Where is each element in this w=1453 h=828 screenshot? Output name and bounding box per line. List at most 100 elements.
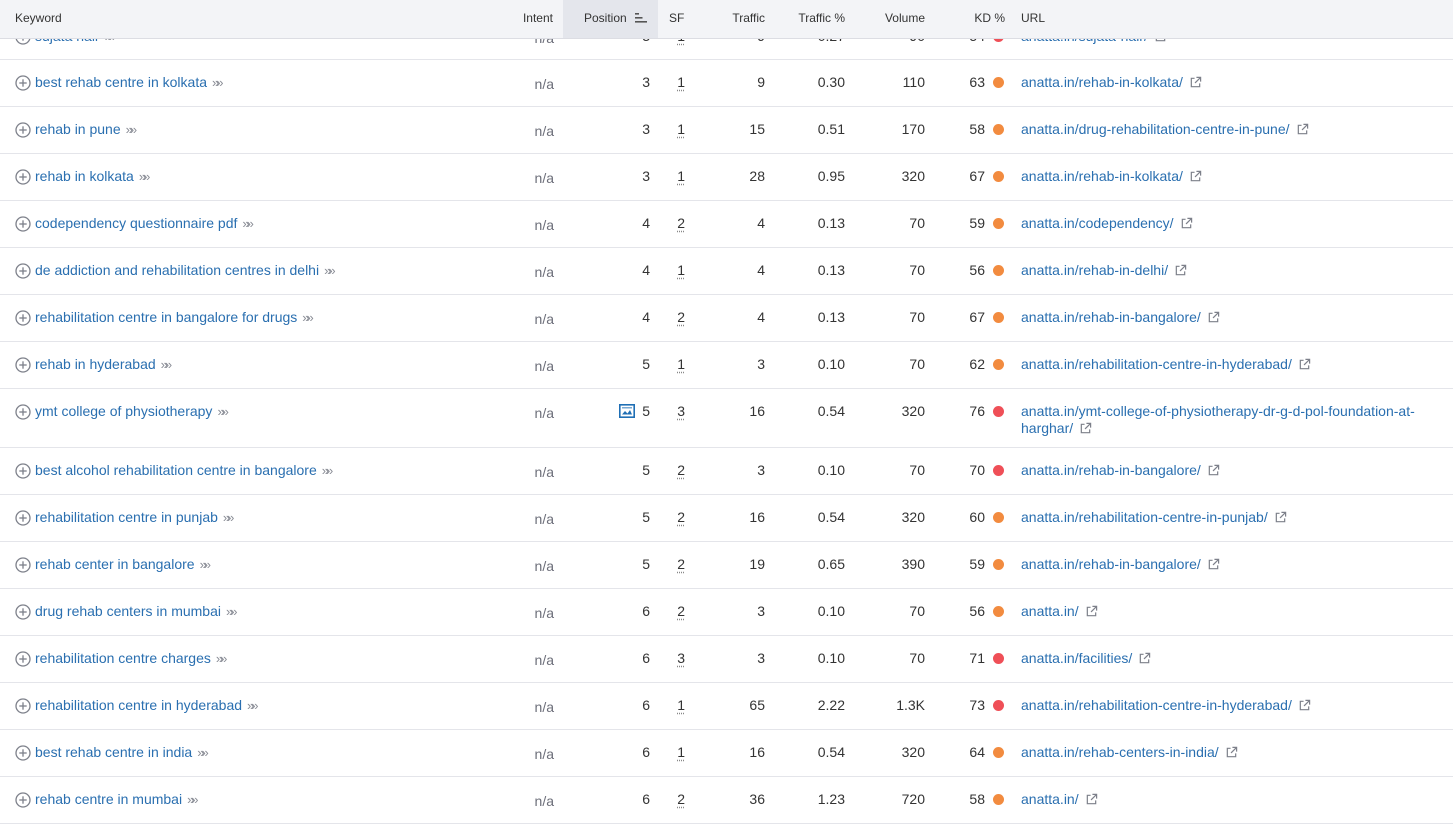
external-link-icon[interactable] [1174,264,1187,277]
chevron-double-right-icon[interactable]: »» [223,510,235,525]
keyword-link[interactable]: codependency questionnaire pdf »» [35,215,254,231]
keyword-link[interactable]: rehab in kolkata »» [35,168,151,184]
column-header-volume[interactable]: Volume [860,0,925,38]
add-keyword-icon[interactable] [15,792,31,808]
external-link-icon[interactable] [1138,652,1151,665]
sf-value[interactable]: 2 [660,603,685,619]
chevron-double-right-icon[interactable]: »» [200,557,212,572]
column-header-url[interactable]: URL [1021,0,1045,38]
column-header-keyword[interactable]: Keyword [15,0,62,38]
external-link-icon[interactable] [1207,464,1220,477]
sf-value[interactable]: 2 [660,791,685,807]
add-keyword-icon[interactable] [15,357,31,373]
sf-value[interactable]: 1 [660,697,685,713]
add-keyword-icon[interactable] [15,216,31,232]
add-keyword-icon[interactable] [15,404,31,420]
sf-value[interactable]: 3 [660,650,685,666]
url-link[interactable]: anatta.in/ [1021,603,1098,620]
url-link[interactable]: anatta.in/facilities/ [1021,650,1151,667]
url-link[interactable]: anatta.in/rehab-centers-in-india/ [1021,744,1238,761]
external-link-icon[interactable] [1079,422,1092,435]
url-link[interactable]: anatta.in/drug-rehabilitation-centre-in-… [1021,121,1309,138]
sf-value[interactable]: 1 [660,744,685,760]
add-keyword-icon[interactable] [15,698,31,714]
external-link-icon[interactable] [1085,605,1098,618]
add-keyword-icon[interactable] [15,169,31,185]
external-link-icon[interactable] [1207,311,1220,324]
add-keyword-icon[interactable] [15,745,31,761]
external-link-icon[interactable] [1189,76,1202,89]
url-link[interactable]: anatta.in/rehab-in-kolkata/ [1021,168,1202,185]
sf-value[interactable]: 1 [660,356,685,372]
add-keyword-icon[interactable] [15,510,31,526]
chevron-double-right-icon[interactable]: »» [126,122,138,137]
keyword-link[interactable]: rehab center in bangalore »» [35,556,212,572]
external-link-icon[interactable] [1180,217,1193,230]
keyword-link[interactable]: de addiction and rehabilitation centres … [35,262,336,278]
add-keyword-icon[interactable] [15,122,31,138]
external-link-icon[interactable] [1085,793,1098,806]
external-link-icon[interactable] [1298,358,1311,371]
keyword-link[interactable]: ymt college of physiotherapy »» [35,403,229,419]
chevron-double-right-icon[interactable]: »» [212,75,224,90]
chevron-double-right-icon[interactable]: »» [324,263,336,278]
url-link[interactable]: anatta.in/rehab-in-bangalore/ [1021,309,1220,326]
keyword-link[interactable]: rehabilitation centre in bangalore for d… [35,309,314,325]
add-keyword-icon[interactable] [15,604,31,620]
external-link-icon[interactable] [1207,558,1220,571]
external-link-icon[interactable] [1296,123,1309,136]
external-link-icon[interactable] [1274,511,1287,524]
sf-value[interactable]: 1 [660,168,685,184]
external-link-icon[interactable] [1189,170,1202,183]
keyword-link[interactable]: best rehab centre in kolkata »» [35,74,224,90]
add-keyword-icon[interactable] [15,75,31,91]
add-keyword-icon[interactable] [15,310,31,326]
url-link[interactable]: anatta.in/ymt-college-of-physiotherapy-d… [1021,403,1415,437]
add-keyword-icon[interactable] [15,651,31,667]
url-link[interactable]: anatta.in/ [1021,791,1098,808]
url-link[interactable]: anatta.in/rehab-in-bangalore/ [1021,556,1220,573]
url-link[interactable]: anatta.in/rehab-in-delhi/ [1021,262,1187,279]
keyword-link[interactable]: rehabilitation centre in punjab »» [35,509,235,525]
chevron-double-right-icon[interactable]: »» [161,357,173,372]
external-link-icon[interactable] [1298,699,1311,712]
chevron-double-right-icon[interactable]: »» [139,169,151,184]
add-keyword-icon[interactable] [15,463,31,479]
sf-value[interactable]: 2 [660,509,685,525]
url-link[interactable]: anatta.in/rehabilitation-centre-in-hyder… [1021,356,1311,373]
url-link[interactable]: anatta.in/rehabilitation-centre-in-punja… [1021,509,1287,526]
add-keyword-icon[interactable] [15,263,31,279]
column-header-traffic[interactable]: Traffic [700,0,765,38]
chevron-double-right-icon[interactable]: »» [217,404,229,419]
column-header-sf[interactable]: SF [669,0,684,38]
url-link[interactable]: anatta.in/rehab-in-kolkata/ [1021,74,1202,91]
add-keyword-icon[interactable] [15,557,31,573]
chevron-double-right-icon[interactable]: »» [247,698,259,713]
chevron-double-right-icon[interactable]: »» [226,604,238,619]
external-link-icon[interactable] [1225,746,1238,759]
chevron-double-right-icon[interactable]: »» [302,310,314,325]
chevron-double-right-icon[interactable]: »» [216,651,228,666]
url-link[interactable]: anatta.in/rehabilitation-centre-in-hyder… [1021,697,1311,714]
url-link[interactable]: anatta.in/codependency/ [1021,215,1193,232]
chevron-double-right-icon[interactable]: »» [242,216,254,231]
url-link[interactable]: anatta.in/rehab-in-bangalore/ [1021,462,1220,479]
sf-value[interactable]: 2 [660,215,685,231]
column-header-traffic-pct[interactable]: Traffic % [780,0,845,38]
column-header-intent[interactable]: Intent [504,0,553,38]
column-header-kd[interactable]: KD % [950,0,1005,38]
sf-value[interactable]: 3 [660,403,685,419]
chevron-double-right-icon[interactable]: »» [197,745,209,760]
chevron-double-right-icon[interactable]: »» [322,463,334,478]
keyword-link[interactable]: rehab centre in mumbai »» [35,791,199,807]
keyword-link[interactable]: rehabilitation centre charges »» [35,650,228,666]
sf-value[interactable]: 2 [660,462,685,478]
chevron-double-right-icon[interactable]: »» [187,792,199,807]
sf-value[interactable]: 2 [660,556,685,572]
keyword-link[interactable]: rehab in pune »» [35,121,138,137]
keyword-link[interactable]: rehabilitation centre in hyderabad »» [35,697,259,713]
keyword-link[interactable]: rehab in hyderabad »» [35,356,173,372]
sf-value[interactable]: 1 [660,262,685,278]
sf-value[interactable]: 1 [660,74,685,90]
column-header-position[interactable]: Position [563,0,658,38]
